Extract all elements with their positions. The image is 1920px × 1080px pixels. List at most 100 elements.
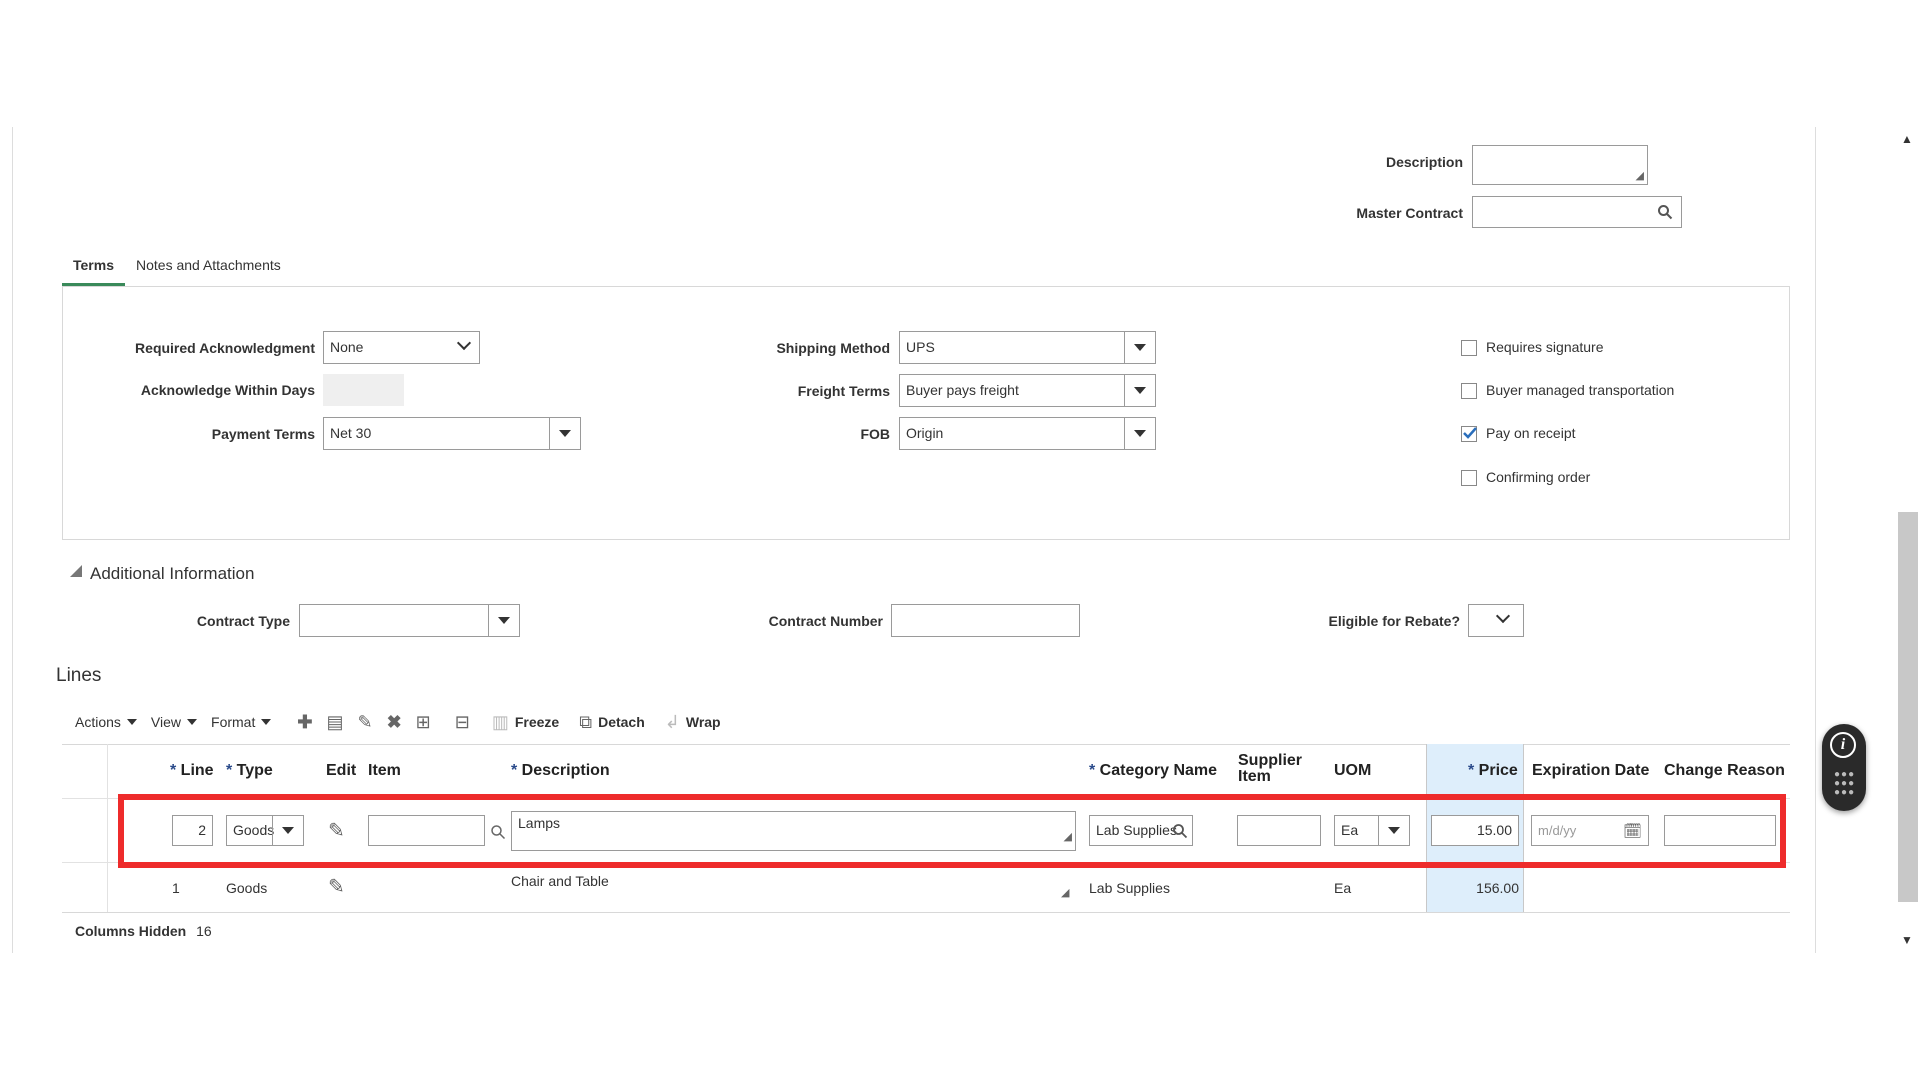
search-icon[interactable] (1657, 204, 1673, 220)
buyer-managed-transportation-checkbox[interactable] (1461, 383, 1477, 399)
required-ack-select[interactable]: None (323, 331, 480, 364)
format-menu[interactable]: Format (211, 714, 272, 730)
required-ack-label: Required Acknowledgment (135, 340, 315, 356)
lines-toolbar: Actions View Format ✚ ▤ ✎ ✖ ⊞ ⊟ ▥ Freeze … (75, 712, 721, 732)
chevron-down-icon[interactable] (456, 335, 472, 351)
chevron-down-icon[interactable] (1495, 608, 1511, 624)
scrollbar-thumb[interactable] (1898, 512, 1918, 902)
supplier-item-input[interactable] (1237, 815, 1321, 846)
scroll-down-icon[interactable]: ▼ (1900, 933, 1914, 947)
edit-line-icon[interactable]: ✎ (328, 818, 345, 843)
keypad-icon[interactable]: ●●● ●●● ●●● (1834, 770, 1856, 800)
resize-handle-icon[interactable]: ◢ (1636, 169, 1644, 182)
additional-info-title[interactable]: Additional Information (90, 564, 254, 584)
item-input[interactable] (368, 815, 485, 846)
shipping-method-select[interactable]: UPS (899, 331, 1156, 364)
col-category-text: Category Name (1099, 762, 1218, 779)
table-top-border (62, 744, 1790, 745)
duplicate-icon[interactable]: ▤ (326, 712, 343, 733)
lines-title: Lines (56, 665, 102, 686)
collapse-triangle-icon[interactable] (70, 565, 82, 577)
resize-handle-icon[interactable]: ◢ (1064, 826, 1072, 848)
col-header-supplier-item[interactable]: Supplier Item (1238, 753, 1302, 785)
dropdown-arrow-icon[interactable] (1124, 332, 1155, 363)
tab-notes-attachments[interactable]: Notes and Attachments (136, 257, 281, 273)
tab-terms[interactable]: Terms (73, 257, 114, 273)
master-contract-input[interactable] (1472, 196, 1682, 228)
detach-label: Detach (598, 714, 645, 730)
dropdown-arrow-icon[interactable] (1124, 418, 1155, 449)
row1-price: 156.00 (1476, 880, 1519, 896)
actions-menu[interactable]: Actions (75, 714, 137, 730)
pay-on-receipt-label: Pay on receipt (1486, 425, 1576, 441)
required-icon: * (1089, 762, 1100, 779)
ack-within-days-label: Acknowledge Within Days (140, 382, 315, 398)
freeze-label: Freeze (514, 714, 560, 730)
fob-select[interactable]: Origin (899, 417, 1156, 450)
checkmark-icon (1463, 427, 1477, 439)
requires-signature-checkbox[interactable] (1461, 340, 1477, 356)
split-columns-icon[interactable]: ⊞ (416, 712, 431, 733)
col-header-expiration-date[interactable]: Expiration Date (1532, 762, 1649, 780)
freight-terms-select[interactable]: Buyer pays freight (899, 374, 1156, 407)
col-header-category-name[interactable]: * Category Name (1089, 762, 1217, 780)
col-header-edit[interactable]: Edit (326, 762, 356, 780)
header-divider (62, 798, 1790, 799)
contract-number-input[interactable] (891, 604, 1080, 637)
info-icon[interactable]: i (1830, 732, 1856, 758)
detach-icon: ⧉ (579, 711, 593, 732)
eligible-rebate-select[interactable] (1468, 604, 1524, 637)
confirming-order-checkbox[interactable] (1461, 470, 1477, 486)
scroll-up-icon[interactable]: ▲ (1900, 132, 1914, 146)
required-icon: * (226, 762, 237, 779)
calendar-icon[interactable]: 🗓 (1623, 817, 1642, 845)
uom-select[interactable]: Ea (1334, 815, 1410, 846)
line-number-input[interactable]: 2 (172, 815, 213, 846)
requires-signature-label: Requires signature (1486, 339, 1604, 355)
query-by-example-icon[interactable]: ⊟ (455, 712, 470, 733)
dropdown-arrow-icon[interactable] (488, 605, 519, 636)
wrap-icon: ↲ (664, 711, 680, 732)
dropdown-arrow-icon[interactable] (1124, 375, 1155, 406)
resize-handle-icon[interactable]: ◢ (1061, 886, 1069, 899)
col-header-item[interactable]: Item (368, 762, 401, 780)
col-header-line[interactable]: * Line (170, 762, 214, 780)
delete-icon[interactable]: ✖ (387, 712, 402, 733)
col-header-change-reason[interactable]: Change Reason (1664, 762, 1785, 780)
dropdown-arrow-icon[interactable] (549, 418, 580, 449)
contract-type-select[interactable] (299, 604, 520, 637)
payment-terms-select[interactable]: Net 30 (323, 417, 581, 450)
view-menu[interactable]: View (151, 714, 198, 730)
shipping-method-value: UPS (906, 339, 935, 355)
edit-icon[interactable]: ✎ (357, 712, 372, 733)
type-select[interactable]: Goods (226, 815, 304, 846)
eligible-rebate-label: Eligible for Rebate? (1328, 613, 1460, 629)
wrap-button[interactable]: ↲ Wrap (665, 712, 721, 733)
description-textarea[interactable]: Lamps ◢ (511, 811, 1076, 851)
category-input[interactable]: Lab Supplies (1089, 815, 1193, 846)
col-header-type[interactable]: * Type (226, 762, 273, 780)
change-reason-input[interactable] (1664, 815, 1776, 846)
col-header-uom[interactable]: UOM (1334, 762, 1371, 780)
dropdown-arrow-icon[interactable] (1378, 816, 1409, 845)
add-icon[interactable]: ✚ (297, 712, 312, 733)
shipping-method-label: Shipping Method (776, 340, 890, 356)
content-frame-right (1815, 127, 1842, 953)
detach-button[interactable]: ⧉ Detach (579, 712, 645, 733)
edit-line-icon[interactable]: ✎ (328, 874, 345, 899)
freeze-button[interactable]: ▥ Freeze (492, 712, 559, 733)
pay-on-receipt-checkbox[interactable] (1461, 426, 1477, 442)
row-header-divider (107, 744, 108, 912)
col-header-description[interactable]: * Description (511, 762, 610, 780)
col-type-text: Type (236, 762, 273, 779)
expiration-date-input[interactable]: m/d/yy 🗓 (1531, 815, 1649, 846)
search-icon[interactable] (1172, 823, 1188, 839)
columns-hidden: Columns Hidden 16 (75, 923, 212, 939)
col-header-price[interactable]: * Price (1468, 762, 1518, 780)
search-icon[interactable] (490, 824, 506, 840)
description-input[interactable]: ◢ (1472, 145, 1648, 185)
price-input[interactable]: 15.00 (1431, 815, 1519, 846)
caret-down-icon (126, 719, 137, 725)
dropdown-arrow-icon[interactable] (272, 816, 303, 845)
info-widget[interactable]: i ●●● ●●● ●●● (1822, 724, 1866, 811)
